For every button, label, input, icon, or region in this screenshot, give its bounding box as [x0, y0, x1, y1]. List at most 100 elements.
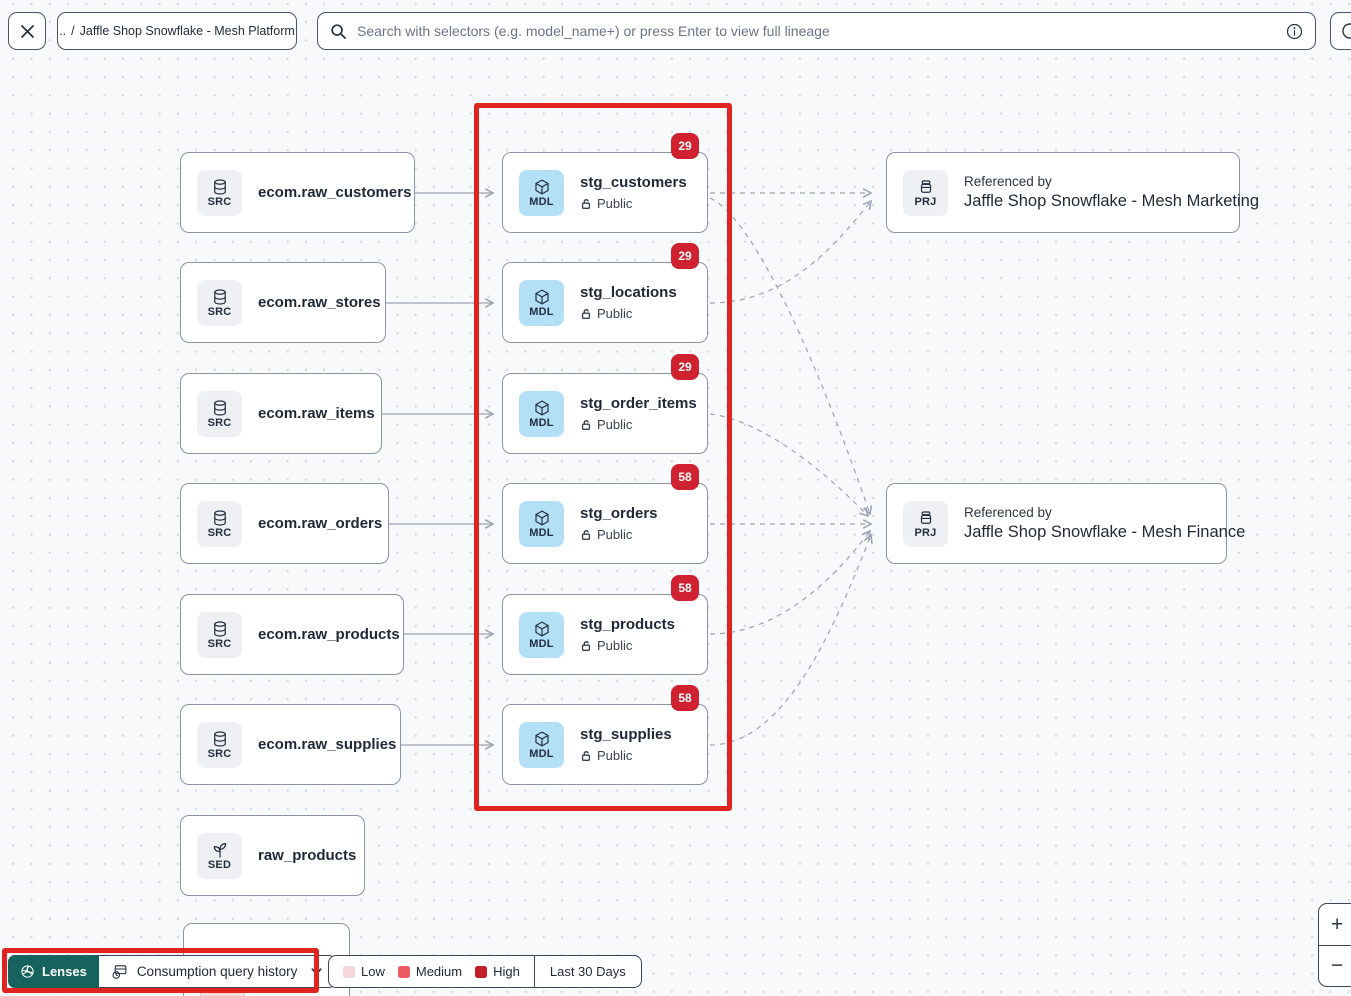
legend-time-range[interactable]: Last 30 Days [534, 956, 641, 987]
resource-type-label: SRC [208, 638, 232, 650]
lenses-toolbar: Lenses Consumption query history [8, 955, 336, 988]
close-lineage-button[interactable] [8, 12, 46, 50]
source-node-ecom.raw_supplies[interactable]: SRC ecom.raw_supplies [180, 704, 401, 785]
model-cube-icon [533, 399, 551, 417]
legend-item-medium: Medium [398, 964, 462, 979]
source-node-ecom.raw_products[interactable]: SRC ecom.raw_products [180, 594, 404, 675]
node-title: ecom.raw_stores [258, 294, 381, 311]
query-history-icon [111, 963, 128, 980]
referenced-project-node-1[interactable]: PRJ Referenced by Jaffle Shop Snowflake … [886, 483, 1227, 564]
chevron-down-icon [310, 965, 323, 978]
model-node-stg_customers[interactable]: 29 MDL stg_customers Public [502, 152, 708, 233]
node-title: ecom.raw_items [258, 405, 375, 422]
model-node-stg_products[interactable]: 58 MDL stg_products Public [502, 594, 708, 675]
database-icon [211, 288, 229, 306]
usage-count-badge: 29 [671, 354, 699, 380]
node-title: stg_supplies [580, 726, 672, 743]
model-node-stg_orders[interactable]: 58 MDL stg_orders Public [502, 483, 708, 564]
consumption-legend: Low Medium High Last 30 Days [328, 955, 642, 988]
seed-node-raw_products[interactable]: SED raw_products [180, 815, 365, 896]
model-icon-box: MDL [519, 612, 564, 658]
topbar-partial-button[interactable] [1330, 12, 1351, 50]
resource-type-label: PRJ [915, 196, 937, 208]
seed-icon [211, 841, 229, 859]
node-title: Jaffle Shop Snowflake - Mesh Marketing [964, 192, 1259, 211]
aperture-icon [20, 964, 35, 979]
unlock-icon [580, 419, 592, 431]
resource-type-label: SRC [208, 748, 232, 760]
source-icon-box: SRC [197, 170, 242, 216]
lineage-canvas[interactable]: SRC ecom.raw_customers SRC ecom.raw_stor… [0, 0, 1351, 996]
unlock-icon [580, 640, 592, 652]
database-icon [211, 620, 229, 638]
legend-item-high: High [475, 964, 520, 979]
source-node-ecom.raw_items[interactable]: SRC ecom.raw_items [180, 373, 382, 454]
project-box-icon [917, 509, 935, 527]
node-title: ecom.raw_orders [258, 515, 382, 532]
legend-label-low: Low [361, 964, 385, 979]
breadcrumb-project-label: Jaffle Shop Snowflake - Mesh Platform [80, 24, 295, 38]
zoom-controls: + − [1318, 903, 1351, 987]
source-node-ecom.raw_stores[interactable]: SRC ecom.raw_stores [180, 262, 386, 343]
node-title: ecom.raw_products [258, 626, 400, 643]
lenses-button[interactable]: Lenses [8, 955, 99, 988]
lens-selector-dropdown[interactable]: Consumption query history [99, 955, 337, 988]
referenced-project-node-0[interactable]: PRJ Referenced by Jaffle Shop Snowflake … [886, 152, 1240, 233]
breadcrumb-back[interactable]: .. [59, 24, 66, 38]
model-cube-icon [533, 288, 551, 306]
breadcrumb[interactable]: .. / Jaffle Shop Snowflake - Mesh Platfo… [57, 12, 297, 50]
circle-icon [1341, 22, 1351, 40]
source-icon-box: SRC [197, 612, 242, 658]
access-row: Public [580, 417, 697, 432]
resource-type-label: SRC [208, 417, 232, 429]
node-title: ecom.raw_customers [258, 184, 411, 201]
project-icon-box: PRJ [903, 170, 948, 216]
node-title: stg_products [580, 616, 675, 633]
database-icon [211, 399, 229, 417]
model-icon-box: MDL [519, 391, 564, 437]
usage-count-badge: 58 [671, 464, 699, 490]
model-icon-box: MDL [519, 170, 564, 216]
lineage-search[interactable]: Search with selectors (e.g. model_name+)… [317, 12, 1316, 50]
model-node-stg_supplies[interactable]: 58 MDL stg_supplies Public [502, 704, 708, 785]
source-node-ecom.raw_customers[interactable]: SRC ecom.raw_customers [180, 152, 415, 233]
legend-swatch-high [475, 966, 487, 978]
resource-type-label: MDL [529, 748, 553, 760]
resource-type-label: MDL [529, 196, 553, 208]
access-row: Public [580, 638, 675, 653]
legend-items: Low Medium High [329, 956, 534, 987]
source-node-ecom.raw_orders[interactable]: SRC ecom.raw_orders [180, 483, 389, 564]
source-icon-box: SRC [197, 501, 242, 547]
node-title: stg_orders [580, 505, 658, 522]
zoom-in-button[interactable]: + [1319, 904, 1351, 945]
usage-count-badge: 58 [671, 685, 699, 711]
project-icon-box: PRJ [903, 501, 948, 547]
model-icon-box: MDL [519, 501, 564, 547]
model-node-stg_locations[interactable]: 29 MDL stg_locations Public [502, 262, 708, 343]
source-icon-box: SRC [197, 722, 242, 768]
model-node-stg_order_items[interactable]: 29 MDL stg_order_items Public [502, 373, 708, 454]
project-box-icon [917, 178, 935, 196]
access-label: Public [597, 417, 632, 432]
legend-label-high: High [493, 964, 520, 979]
legend-swatch-medium [398, 966, 410, 978]
access-label: Public [597, 748, 632, 763]
access-row: Public [580, 527, 658, 542]
access-row: Public [580, 748, 672, 763]
resource-type-label: MDL [529, 527, 553, 539]
node-title: Jaffle Shop Snowflake - Mesh Finance [964, 523, 1245, 542]
usage-count-badge: 29 [671, 133, 699, 159]
info-icon[interactable] [1286, 23, 1303, 40]
usage-count-badge: 29 [671, 243, 699, 269]
resource-type-label: PRJ [915, 527, 937, 539]
zoom-out-button[interactable]: − [1319, 945, 1351, 986]
search-placeholder[interactable]: Search with selectors (e.g. model_name+)… [357, 23, 1276, 39]
unlock-icon [580, 750, 592, 762]
node-title: raw_products [258, 847, 356, 864]
search-icon [330, 23, 347, 40]
access-row: Public [580, 306, 677, 321]
resource-type-label: MDL [529, 417, 553, 429]
access-label: Public [597, 306, 632, 321]
referenced-by-label: Referenced by [964, 505, 1245, 520]
model-cube-icon [533, 178, 551, 196]
